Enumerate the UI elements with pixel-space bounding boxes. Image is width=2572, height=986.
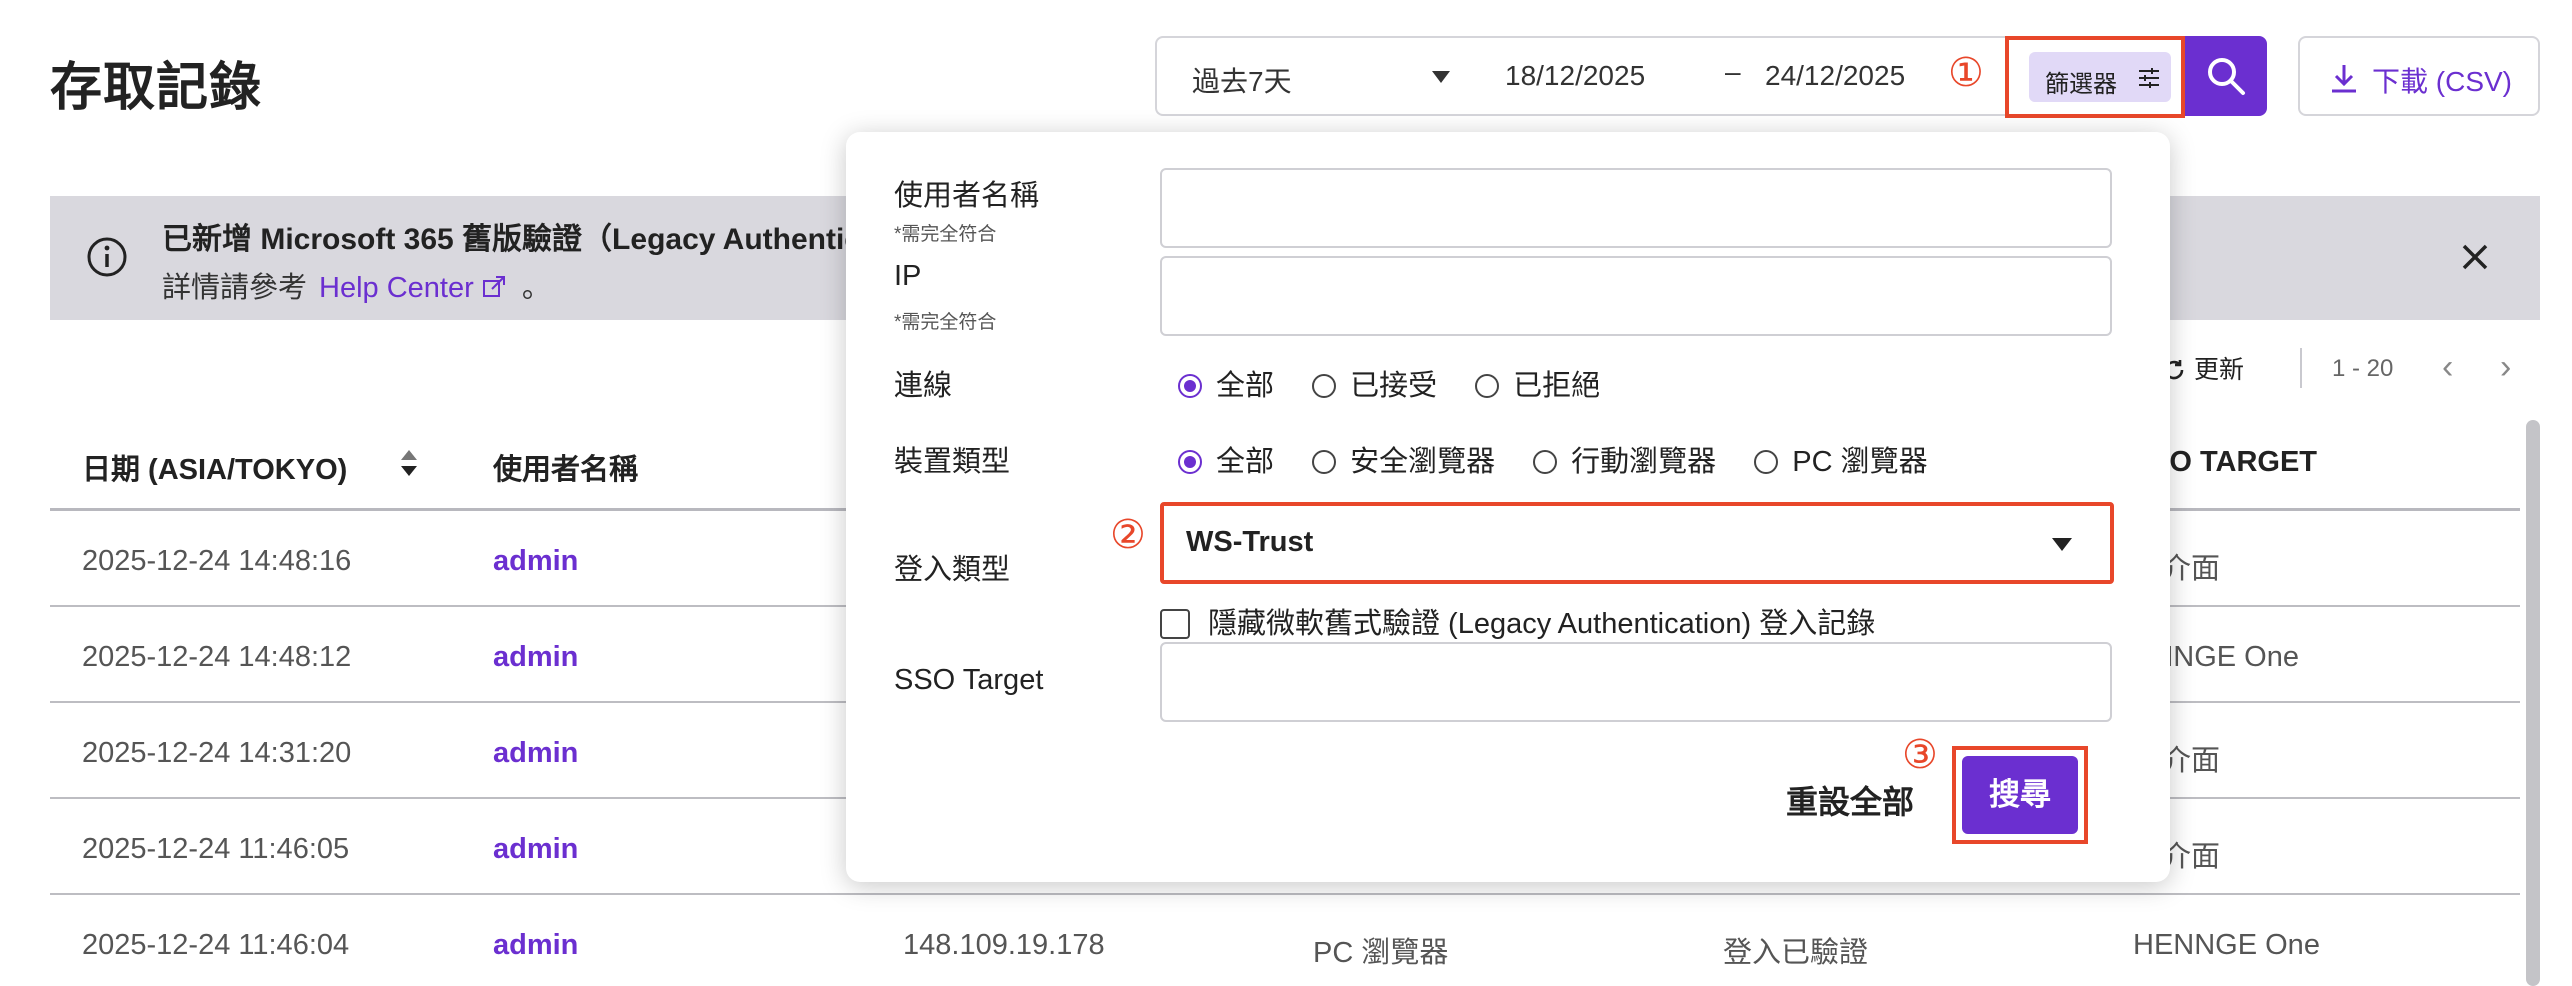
search-icon bbox=[2208, 58, 2245, 95]
filter-highlight: 篩選器 bbox=[2005, 36, 2185, 118]
radio-label: 全部 bbox=[1216, 446, 1275, 478]
step-marker-2: ② bbox=[1110, 513, 1146, 557]
cell-date: 2025-12-24 11:46:04 bbox=[82, 929, 350, 961]
radio-selected-icon bbox=[1178, 374, 1202, 398]
cell-date: 2025-12-24 14:31:20 bbox=[82, 737, 352, 769]
radio-icon bbox=[1312, 374, 1337, 398]
hide-legacy-label: 隱藏微軟舊式驗證 (Legacy Authentication) 登入記錄 bbox=[1208, 608, 1876, 640]
connection-label: 連線 bbox=[894, 370, 953, 402]
radio-option[interactable]: 全部 bbox=[1178, 438, 1274, 480]
radio-selected-icon bbox=[1178, 450, 1202, 474]
close-icon[interactable] bbox=[2458, 240, 2492, 274]
sliders-icon bbox=[2139, 68, 2159, 88]
banner-text-suffix: 。 bbox=[521, 272, 551, 304]
radio-icon bbox=[1754, 450, 1779, 474]
download-csv-button[interactable]: 下載 (CSV) bbox=[2298, 36, 2540, 116]
cell-user[interactable]: admin bbox=[493, 929, 578, 962]
period-value: 過去7天 bbox=[1192, 66, 1292, 97]
page-range: 1 - 20 bbox=[2332, 355, 2394, 382]
radio-icon bbox=[1475, 374, 1500, 398]
checkbox-icon bbox=[1160, 609, 1190, 639]
radio-label: PC 瀏覽器 bbox=[1792, 446, 1928, 478]
date-start[interactable]: 18/12/2025 bbox=[1505, 60, 1645, 92]
cell-date: 2025-12-24 14:48:12 bbox=[82, 641, 352, 673]
radio-option[interactable]: 安全瀏覽器 bbox=[1312, 438, 1495, 480]
search-highlight: 搜尋 bbox=[1952, 746, 2088, 844]
radio-icon bbox=[1312, 450, 1337, 474]
radio-label: 全部 bbox=[1216, 370, 1275, 402]
caret-down-icon bbox=[1432, 71, 1450, 83]
sso-target-input[interactable] bbox=[1160, 642, 2112, 722]
sso-target-label: SSO Target bbox=[894, 664, 1044, 696]
help-center-link-label: Help Center bbox=[319, 272, 474, 304]
ip-input[interactable] bbox=[1160, 256, 2112, 336]
info-icon bbox=[87, 237, 127, 277]
ip-label: IP bbox=[894, 260, 922, 292]
cell-ip: 148.109.19.178 bbox=[903, 929, 1105, 961]
reset-all-button[interactable]: 重設全部 bbox=[1786, 777, 1914, 823]
cell-user[interactable]: admin bbox=[493, 545, 578, 578]
date-separator: – bbox=[1725, 56, 1741, 87]
help-center-link[interactable]: Help Center bbox=[319, 272, 506, 304]
date-end[interactable]: 24/12/2025 bbox=[1765, 60, 1905, 92]
radio-label: 已拒絕 bbox=[1513, 370, 1601, 402]
radio-option[interactable]: 行動瀏覽器 bbox=[1533, 438, 1716, 480]
toolbar-divider bbox=[2300, 348, 2302, 388]
radio-label: 行動瀏覽器 bbox=[1571, 446, 1717, 478]
radio-option[interactable]: 已接受 bbox=[1312, 362, 1437, 404]
step-marker-1: ① bbox=[1948, 51, 1984, 95]
column-header-sso[interactable]: SO TARGET bbox=[2150, 446, 2317, 479]
column-header-date[interactable]: 日期 (ASIA/TOKYO) bbox=[82, 446, 347, 488]
search-button[interactable] bbox=[2185, 36, 2267, 116]
login-type-label: 登入類型 bbox=[894, 554, 1011, 586]
login-type-select[interactable]: WS-Trust bbox=[1160, 502, 2114, 584]
caret-down-icon bbox=[2052, 538, 2072, 551]
cell-sso: HENNGE One bbox=[2133, 929, 2320, 961]
filter-button[interactable]: 篩選器 bbox=[2029, 52, 2171, 102]
sort-icon[interactable] bbox=[400, 448, 418, 478]
device-radio-group: 全部 安全瀏覽器 行動瀏覽器 PC 瀏覽器 bbox=[1178, 438, 1958, 480]
radio-label: 已接受 bbox=[1350, 370, 1438, 402]
scrollbar[interactable] bbox=[2526, 420, 2540, 986]
filter-button-label: 篩選器 bbox=[2045, 71, 2117, 98]
username-note: *需完全符合 bbox=[894, 224, 997, 245]
external-link-icon bbox=[482, 276, 505, 297]
banner-text: 詳情請參考 Help Center 。 bbox=[162, 264, 551, 306]
connection-radio-group: 全部 已接受 已拒絕 bbox=[1178, 362, 1630, 404]
banner-title: 已新增 Microsoft 365 舊版驗證（Legacy Authentica… bbox=[162, 223, 888, 256]
cell-result: 登入已驗證 bbox=[1723, 937, 1869, 969]
ip-note: *需完全符合 bbox=[894, 312, 997, 333]
step-marker-3: ③ bbox=[1902, 733, 1938, 777]
radio-label: 安全瀏覽器 bbox=[1350, 446, 1496, 478]
download-icon bbox=[2332, 65, 2356, 93]
radio-icon bbox=[1533, 450, 1558, 474]
radio-option[interactable]: PC 瀏覽器 bbox=[1754, 438, 1928, 480]
table-row[interactable]: 2025-12-24 11:46:04 admin 148.109.19.178… bbox=[50, 895, 2520, 986]
cell-user[interactable]: admin bbox=[493, 641, 578, 674]
cell-date: 2025-12-24 14:48:16 bbox=[82, 545, 352, 577]
cell-user[interactable]: admin bbox=[493, 737, 578, 770]
column-header-user[interactable]: 使用者名稱 bbox=[493, 446, 638, 488]
page-title: 存取記錄 bbox=[50, 59, 263, 117]
banner-text-prefix: 詳情請參考 bbox=[162, 272, 308, 304]
device-type-label: 裝置類型 bbox=[894, 446, 1011, 478]
hide-legacy-checkbox[interactable]: 隱藏微軟舊式驗證 (Legacy Authentication) 登入記錄 bbox=[1160, 600, 1875, 642]
radio-option[interactable]: 全部 bbox=[1178, 362, 1274, 404]
cell-date: 2025-12-24 11:46:05 bbox=[82, 833, 350, 865]
refresh-label: 更新 bbox=[2194, 356, 2245, 384]
download-label: 下載 (CSV) bbox=[2372, 66, 2513, 97]
prev-page-button[interactable]: ‹ bbox=[2442, 348, 2453, 387]
radio-option[interactable]: 已拒絕 bbox=[1475, 362, 1600, 404]
period-select[interactable]: 過去7天 bbox=[1155, 36, 1475, 116]
username-input[interactable] bbox=[1160, 168, 2112, 248]
filter-panel: 使用者名稱 *需完全符合 IP *需完全符合 連線 全部 已接受 已拒絕 裝置類… bbox=[846, 132, 2170, 882]
search-submit-button[interactable]: 搜尋 bbox=[1962, 756, 2078, 834]
next-page-button[interactable]: › bbox=[2500, 348, 2511, 387]
cell-device: PC 瀏覽器 bbox=[1313, 937, 1449, 969]
username-label: 使用者名稱 bbox=[894, 180, 1040, 212]
refresh-button[interactable]: 更新 bbox=[2162, 350, 2244, 386]
cell-user[interactable]: admin bbox=[493, 833, 578, 866]
login-type-value: WS-Trust bbox=[1186, 526, 1314, 558]
date-range[interactable]: 18/12/2025 – 24/12/2025 bbox=[1475, 36, 2005, 116]
